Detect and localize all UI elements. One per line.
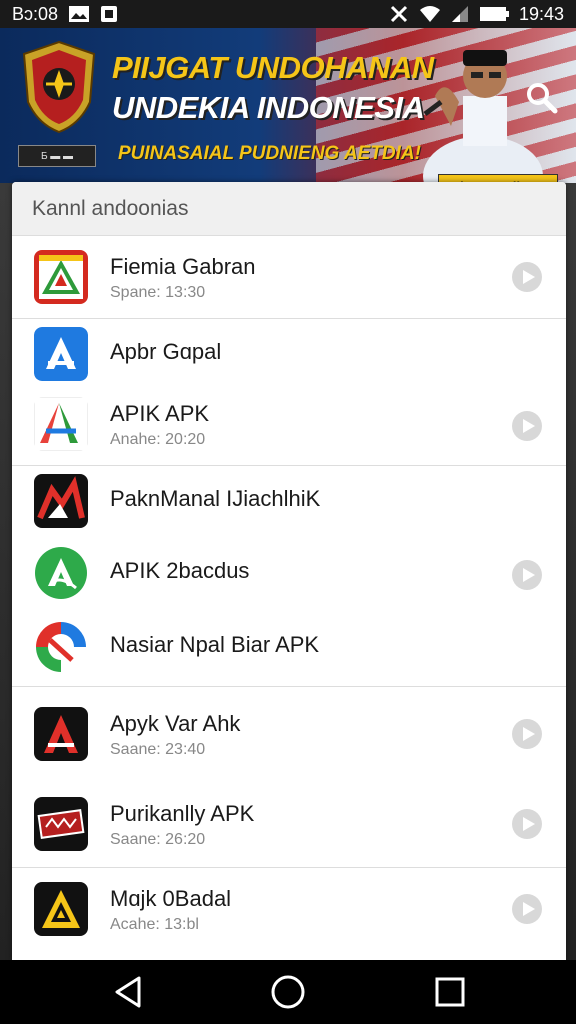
app-name: Apbr Gɑpal [110, 339, 222, 364]
app-subtitle: Acahe: 13:bl [110, 916, 199, 933]
app-list-item[interactable]: Nasiar Npal Biar APK [12, 610, 566, 686]
app-name: APIK 2bacdus [110, 558, 250, 583]
status-bar: Bɔ:08 19:43 [0, 0, 576, 28]
app-list-item[interactable]: Mɑjk 0Badal Acahe: 13:bl [12, 868, 566, 960]
app-subtitle: Spane: 13:30 [110, 284, 206, 301]
signal-icon [451, 5, 469, 23]
dark-red-arrow-icon [34, 474, 88, 528]
app-list-item[interactable]: PaknManal IJiachlhiK [12, 466, 566, 538]
gallery-icon [68, 5, 90, 23]
play-icon[interactable] [510, 892, 544, 926]
back-icon[interactable] [111, 974, 147, 1010]
app-name: Purikanlly APK [110, 801, 255, 826]
app-list-item[interactable]: Apbr Gɑpal [12, 319, 566, 387]
google-style-icon [36, 622, 86, 672]
green-a-icon [35, 547, 87, 599]
play-icon[interactable] [510, 409, 544, 443]
status-time-right: 19:43 [518, 3, 564, 24]
banner-headline-2: UNDEKIA INDONESIA [112, 90, 425, 125]
app-list-item[interactable]: Apyk Var Ahk Saane: 23:40 [12, 687, 566, 777]
banner-headline-1: PIIJGAT UNDOHANAN [112, 50, 434, 85]
app-list-item[interactable]: APIK APK Anahe: 20:20 [12, 387, 566, 465]
wifi-icon [419, 5, 441, 23]
app-name: Fiemia Gabran [110, 254, 256, 279]
black-red-a-icon [34, 707, 88, 761]
app-name: Mɑjk 0Badal [110, 886, 232, 911]
app-list-item[interactable]: Purikanlly APK Saane: 26:20 [12, 777, 566, 867]
app-name: Nasiar Npal Biar APK [110, 632, 320, 657]
app-name: APIK APK [110, 401, 210, 426]
black-badge-icon [34, 797, 88, 851]
colorful-a-icon [34, 397, 88, 451]
play-icon[interactable] [510, 807, 544, 841]
yellow-a-icon [34, 882, 88, 936]
play-icon[interactable] [510, 717, 544, 751]
app-list-item[interactable]: Fiemia Gabran Spane: 13:30 [12, 236, 566, 318]
play-icon[interactable] [510, 260, 544, 294]
recents-icon[interactable] [432, 974, 468, 1010]
dialog-title: Kannl andoonias [12, 182, 566, 236]
app-list-item[interactable]: APIK 2bacdus [12, 538, 566, 610]
app-subtitle: Saane: 26:20 [110, 831, 206, 848]
emblem-icon [22, 40, 96, 134]
app-subtitle: Saane: 23:40 [110, 741, 206, 758]
red-a-triangle-icon [34, 250, 88, 304]
search-icon[interactable] [524, 80, 558, 114]
status-time-left: Bɔ:08 [12, 3, 59, 24]
navigation-bar [0, 960, 576, 1024]
app-chooser-dialog: Kannl andoonias Fiemia Gabran Spane: 13:… [12, 182, 566, 960]
banner-tagline: PUINASAIAL PUDNIENG AETDIA! [118, 143, 421, 164]
banner-badge: Ƃ ▬ ▬ [18, 145, 96, 167]
no-signal-icon [389, 4, 409, 24]
play-icon[interactable] [510, 558, 544, 592]
app-icon [100, 5, 118, 23]
app-subtitle: Anahe: 20:20 [110, 431, 206, 448]
app-name: Apyk Var Ahk [110, 711, 241, 736]
promo-banner[interactable]: Ƃ ▬ ▬ PIIJGAT UNDOHANAN UNDEKIA INDONESI… [0, 28, 576, 183]
app-name: PaknManal IJiachlhiK [110, 486, 321, 511]
blue-a-icon [34, 327, 88, 381]
battery-icon [479, 6, 509, 22]
home-icon[interactable] [270, 974, 306, 1010]
